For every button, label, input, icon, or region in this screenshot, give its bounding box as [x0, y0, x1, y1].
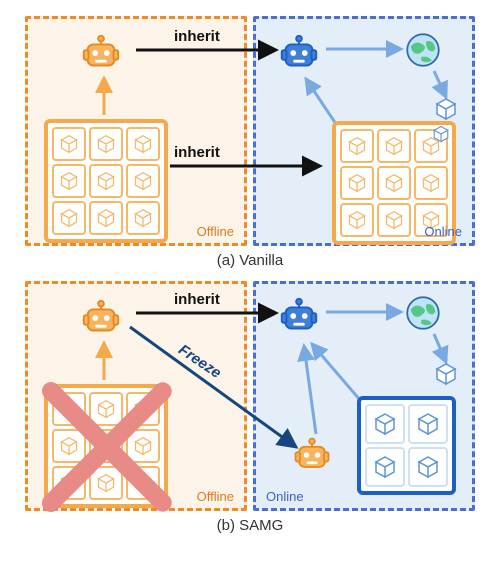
- cube-icon: [434, 97, 458, 121]
- cube-icon: [52, 392, 86, 426]
- dataset-grid: [44, 119, 168, 243]
- arrow-up-icon: [94, 340, 114, 384]
- cube-icon: [126, 201, 160, 235]
- cube-icon: [52, 127, 86, 161]
- cube-icon: [52, 429, 86, 463]
- cube-icon: [89, 392, 123, 426]
- cube-icon: [408, 447, 448, 487]
- offline-label: Offline: [197, 224, 234, 239]
- cube-icon: [126, 127, 160, 161]
- cube-icon: [408, 404, 448, 444]
- cube-icon: [126, 392, 160, 426]
- cube-icon: [365, 404, 405, 444]
- inherit-label: inherit: [174, 291, 220, 308]
- cube-icon: [52, 164, 86, 198]
- cube-icon: [377, 166, 411, 200]
- cube-icon: [432, 125, 450, 143]
- cube-icon: [89, 429, 123, 463]
- caption-vanilla: (a) Vanilla: [16, 252, 484, 269]
- panel-samg: Offline: [16, 281, 484, 511]
- cube-icon: [340, 166, 374, 200]
- samg-online-box: Online: [253, 281, 475, 511]
- samg-offline-box: Offline: [25, 281, 247, 511]
- vanilla-online-box: Online: [253, 16, 475, 246]
- cube-icon: [414, 129, 448, 163]
- cube-icon: [434, 362, 458, 386]
- cube-icon: [126, 429, 160, 463]
- cube-icon: [377, 129, 411, 163]
- inherit-label: inherit: [174, 28, 220, 45]
- vanilla-offline-box: Offline: [25, 16, 247, 246]
- online-label: Online: [424, 224, 462, 239]
- arrow-up-icon: [94, 75, 114, 119]
- cube-icon: [89, 466, 123, 500]
- cube-icon: [340, 203, 374, 237]
- robot-icon: [78, 31, 124, 77]
- cube-icon: [89, 127, 123, 161]
- offline-label: Offline: [197, 489, 234, 504]
- caption-samg: (b) SAMG: [16, 517, 484, 534]
- cube-icon: [340, 129, 374, 163]
- cube-icon: [377, 203, 411, 237]
- inherit-label: inherit: [174, 144, 220, 161]
- cube-icon: [126, 466, 160, 500]
- cube-icon: [126, 164, 160, 198]
- cube-icon: [89, 201, 123, 235]
- dataset-grid: [357, 396, 456, 495]
- cube-icon: [89, 164, 123, 198]
- robot-icon: [78, 296, 124, 342]
- panel-vanilla: Offline: [16, 16, 484, 246]
- cube-icon: [52, 466, 86, 500]
- cube-icon: [365, 447, 405, 487]
- cube-icon: [52, 201, 86, 235]
- dataset-grid: [44, 384, 168, 508]
- cube-icon: [414, 166, 448, 200]
- online-label: Online: [266, 489, 304, 504]
